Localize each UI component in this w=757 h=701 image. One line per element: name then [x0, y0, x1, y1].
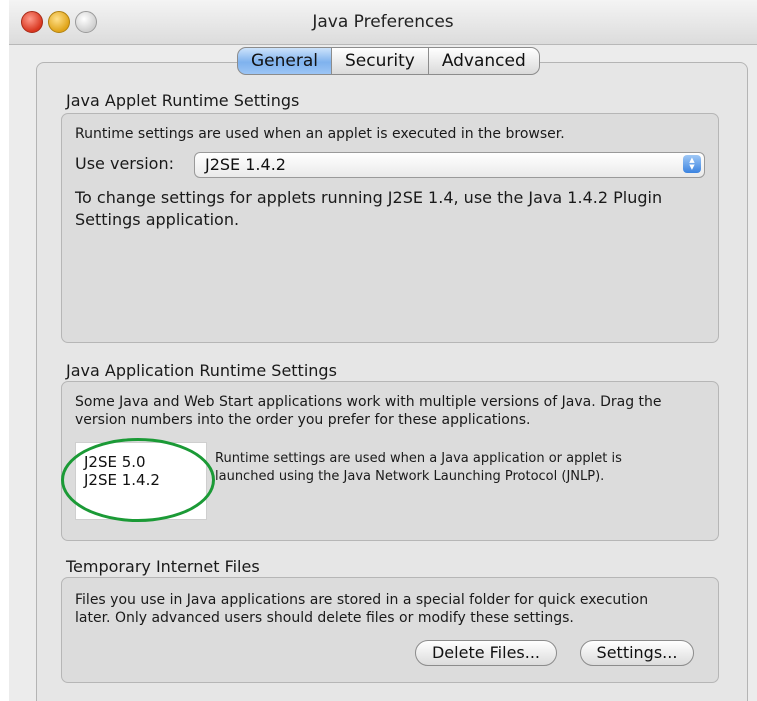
tab-general[interactable]: General	[237, 47, 332, 75]
temp-files-description-line-1: Files you use in Java applications are s…	[75, 592, 649, 608]
version-popup-value: J2SE 1.4.2	[205, 155, 286, 174]
temp-files-description-line-2: later. Only advanced users should delete…	[75, 610, 574, 626]
delete-files-button[interactable]: Delete Files...	[415, 640, 557, 666]
applet-note-line-2: Settings application.	[75, 210, 240, 229]
java-preferences-window: Java Preferences General Security Advanc…	[9, 0, 757, 701]
list-item[interactable]: J2SE 1.4.2	[84, 471, 160, 489]
temp-files-section-title: Temporary Internet Files	[66, 557, 260, 576]
version-popup[interactable]: J2SE 1.4.2 ▲ ▼	[194, 152, 705, 178]
title-bar[interactable]: Java Preferences	[9, 0, 757, 45]
tab-advanced[interactable]: Advanced	[428, 47, 540, 75]
jnlp-info-line-1: Runtime settings are used when a Java ap…	[215, 451, 622, 466]
applet-section-title: Java Applet Runtime Settings	[66, 91, 300, 110]
application-section-title: Java Application Runtime Settings	[66, 361, 337, 380]
jnlp-info-line-2: launched using the Java Network Launchin…	[215, 469, 605, 484]
application-description-line-1: Some Java and Web Start applications wor…	[75, 394, 662, 410]
tab-security[interactable]: Security	[332, 47, 429, 75]
applet-note-line-1: To change settings for applets running J…	[75, 188, 663, 207]
window-title: Java Preferences	[312, 12, 454, 32]
use-version-label: Use version:	[75, 154, 174, 173]
applet-description: Runtime settings are used when an applet…	[75, 126, 565, 142]
tab-bar: General Security Advanced	[237, 47, 540, 75]
settings-button[interactable]: Settings...	[580, 640, 694, 666]
application-description-line-2: version numbers into the order you prefe…	[75, 412, 531, 428]
version-order-list[interactable]: J2SE 5.0 J2SE 1.4.2	[75, 442, 207, 520]
list-item[interactable]: J2SE 5.0	[84, 453, 146, 471]
popup-arrows-icon: ▲ ▼	[683, 155, 701, 173]
